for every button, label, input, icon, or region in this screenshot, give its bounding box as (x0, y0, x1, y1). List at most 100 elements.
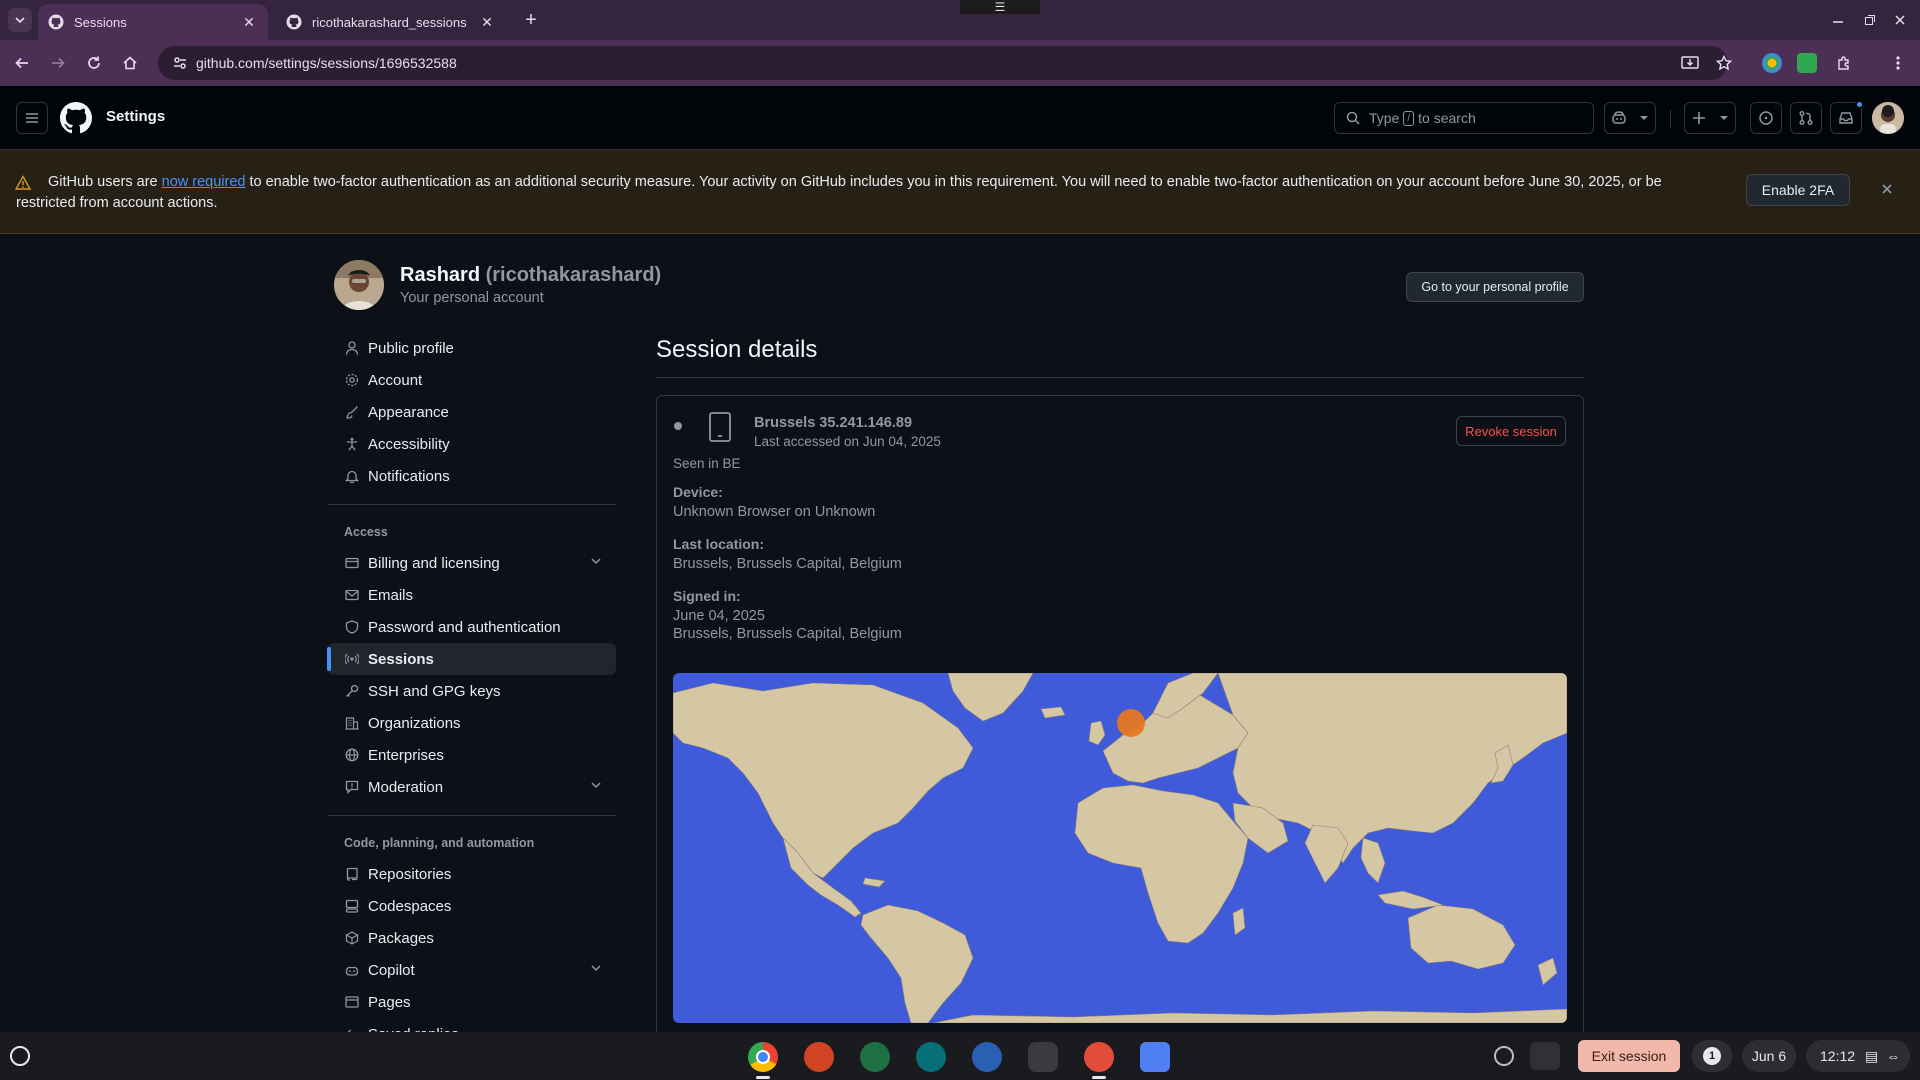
sidebar-item-accessibility[interactable]: Accessibility (328, 428, 616, 460)
arrow-right-icon (52, 57, 65, 69)
home-button[interactable] (118, 51, 142, 75)
window-preview-icon[interactable] (1530, 1042, 1560, 1070)
chevron-down-icon (591, 965, 601, 972)
site-info-icon[interactable] (172, 55, 188, 71)
timer-app-icon[interactable] (1084, 1042, 1114, 1072)
restore-icon[interactable] (1860, 10, 1880, 30)
copilot-button[interactable] (1604, 102, 1656, 134)
sidebar-item-billing[interactable]: Billing and licensing (328, 547, 616, 579)
bookmark-star-icon[interactable] (1712, 51, 1736, 75)
new-tab-button[interactable]: + (520, 9, 542, 31)
menu-handle-icon[interactable]: ☰ (960, 0, 1040, 14)
sidebar-item-packages[interactable]: Packages (328, 922, 616, 954)
sidebar-item-enterprises[interactable]: Enterprises (328, 739, 616, 771)
browser-menu-icon[interactable] (1886, 51, 1910, 75)
sidebar-item-pages[interactable]: Pages (328, 986, 616, 1018)
publisher-app-icon[interactable] (916, 1042, 946, 1072)
banner-text-after: to enable two-factor authentication as a… (16, 174, 1662, 211)
person-icon (344, 340, 360, 356)
files-app-icon[interactable] (1140, 1042, 1170, 1072)
sidebar-item-emails[interactable]: Emails (328, 579, 616, 611)
clock-time: 12:12 (1820, 1048, 1856, 1064)
search-shortcut-key: / (1403, 110, 1415, 126)
tab-ricothakarashard-sessions[interactable]: ricothakarashard_sessions ✕ (276, 4, 506, 40)
notification-counter[interactable]: 1 (1692, 1040, 1732, 1072)
tab-sessions[interactable]: Sessions ✕ (38, 4, 268, 40)
sidebar-item-appearance[interactable]: Appearance (328, 396, 616, 428)
mail-icon (344, 587, 360, 603)
search-prefix: Type (1369, 110, 1400, 126)
excel-app-icon[interactable] (860, 1042, 890, 1072)
github-logo-icon[interactable] (60, 102, 92, 134)
sidebar-item-notifications[interactable]: Notifications (328, 460, 616, 492)
address-bar[interactable]: github.com/settings/sessions/1696532588 (158, 46, 1728, 80)
chevron-down-icon (1640, 116, 1648, 120)
banner-text-before: GitHub users are (48, 174, 162, 190)
powerpoint-app-icon[interactable] (804, 1042, 834, 1072)
pull-requests-button[interactable] (1790, 102, 1822, 134)
word-app-icon[interactable] (972, 1042, 1002, 1072)
sidebar-item-account[interactable]: Account (328, 364, 616, 396)
report-icon (344, 779, 360, 795)
username: (ricothakarashard) (485, 264, 662, 286)
extension-google-icon[interactable] (1762, 53, 1782, 73)
extension-green-icon[interactable] (1797, 53, 1817, 73)
reload-button[interactable] (82, 51, 106, 75)
keyboard-layout-icon: ▤ (1865, 1047, 1879, 1064)
date-display[interactable]: Jun 6 (1742, 1040, 1796, 1072)
system-tray[interactable]: 12:12 ▤ ⇔ (1806, 1040, 1910, 1072)
create-new-button[interactable] (1684, 102, 1736, 134)
search-placeholder: to search (1418, 110, 1476, 126)
search-input[interactable]: Type / to search (1334, 102, 1594, 134)
sidebar-item-public-profile[interactable]: Public profile (328, 332, 616, 364)
sidebar-item-password-and-authentication[interactable]: Password and authentication (328, 611, 616, 643)
github-icon (48, 14, 64, 30)
launcher-icon[interactable] (10, 1046, 30, 1066)
extensions-puzzle-icon[interactable] (1832, 51, 1856, 75)
sidebar-item-codespaces[interactable]: Codespaces (328, 890, 616, 922)
close-icon[interactable]: ✕ (240, 13, 258, 31)
sidebar-item-moderation[interactable]: Moderation (328, 771, 616, 803)
avatar[interactable] (1872, 102, 1904, 134)
session-last-accessed: Last accessed on Jun 04, 2025 (754, 434, 941, 449)
package-icon (344, 930, 360, 946)
back-button[interactable] (10, 51, 34, 75)
sidebar-item-copilot[interactable]: Copilot (328, 954, 616, 986)
chrome-app-icon[interactable] (748, 1042, 778, 1072)
sidebar-item-label: Notifications (368, 467, 450, 485)
window-close-icon[interactable] (1890, 10, 1910, 30)
close-icon[interactable] (1880, 182, 1894, 196)
revoke-session-button[interactable]: Revoke session (1456, 416, 1566, 446)
active-app-indicator (756, 1076, 770, 1079)
sidebar-item-label: Password and authentication (368, 618, 561, 636)
now-required-link[interactable]: now required (162, 174, 246, 190)
go-to-profile-button[interactable]: Go to your personal profile (1406, 272, 1584, 302)
docs-app-icon[interactable] (1028, 1042, 1058, 1072)
enable-2fa-button[interactable]: Enable 2FA (1746, 174, 1850, 206)
reload-icon (88, 56, 100, 69)
shield-icon (344, 619, 360, 635)
sidebar-item-ssh-and-gpg-keys[interactable]: SSH and GPG keys (328, 675, 616, 707)
issues-button[interactable] (1750, 102, 1782, 134)
sidebar-item-repositories[interactable]: Repositories (328, 858, 616, 890)
screen-record-icon[interactable] (1494, 1046, 1514, 1066)
device-label: Device: (673, 484, 723, 500)
arrow-left-icon (15, 57, 28, 69)
two-factor-banner: GitHub users are now required to enable … (0, 150, 1920, 234)
organization-icon (344, 715, 360, 731)
tab-title: Sessions (74, 14, 127, 30)
tab-search-button[interactable] (8, 8, 32, 32)
exit-session-button[interactable]: Exit session (1578, 1040, 1680, 1072)
sidebar-item-sessions[interactable]: Sessions (327, 643, 616, 675)
hamburger-menu-button[interactable] (16, 102, 48, 134)
signed-in-field: Signed in: June 04, 2025 Brussels, Bruss… (673, 588, 902, 642)
url-text: github.com/settings/sessions/1696532588 (196, 55, 457, 71)
install-app-icon[interactable] (1678, 51, 1702, 75)
forward-button[interactable] (46, 51, 70, 75)
broadcast-icon (344, 651, 360, 667)
sidebar-item-label: Codespaces (368, 897, 452, 915)
sidebar-item-organizations[interactable]: Organizations (328, 707, 616, 739)
close-icon[interactable]: ✕ (478, 13, 496, 31)
sidebar-item-label: Moderation (368, 778, 444, 796)
minimize-icon[interactable] (1828, 10, 1848, 30)
